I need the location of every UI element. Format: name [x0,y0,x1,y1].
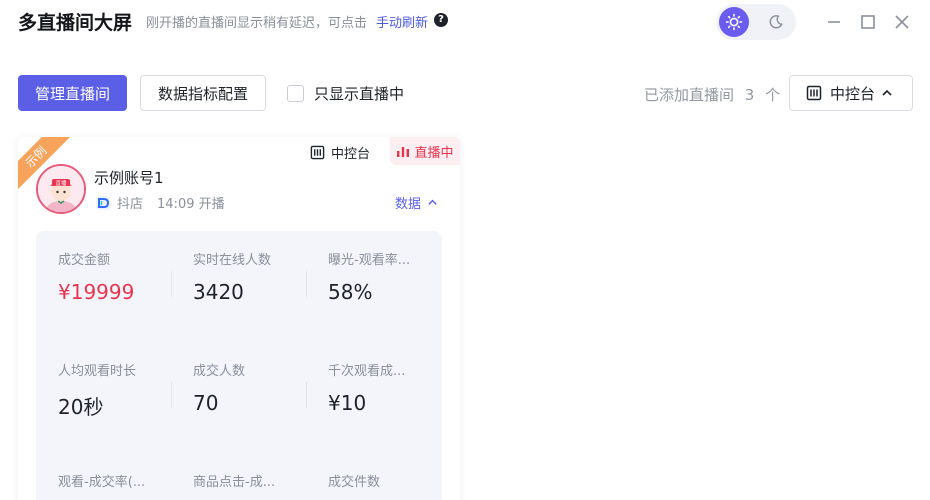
metric-divider [171,271,172,297]
metric-divider [306,382,307,408]
manual-refresh-link[interactable]: 手动刷新 [376,12,428,31]
avatar: 直播 [36,164,86,214]
live-bars-icon [397,147,410,157]
live-room-card[interactable]: 示例 中控台 直播中 直播 示例账号1 抖店 14:09 开播 数据 成交金额 … [18,137,460,500]
start-time: 14:09 开播 [157,197,225,212]
metric-label: 实时在线人数 [193,253,272,268]
avatar-text: 直播 [55,179,67,187]
console-icon [310,145,325,160]
metric-divider [306,271,307,297]
metric-value: 58% [328,280,373,304]
title-bar: 多直播间大屏 刚开播的直播间显示稍有延迟，可点击 手动刷新 ? [0,0,930,44]
metric-label: 曝光-观看率... [328,253,411,268]
doudian-logo-icon [96,195,110,210]
metric-value: 20秒 [58,395,104,419]
help-icon[interactable]: ? [434,13,448,27]
metric-value: 70 [193,391,219,415]
metric-value: ¥19999 [58,280,135,304]
metrics-panel: 成交金额 ¥19999 实时在线人数 3420 曝光-观看率... 58% 人均… [36,231,442,500]
metric-value: 3420 [193,280,244,304]
metric-label: 商品点击-成... [193,475,276,490]
theme-switch[interactable] [716,4,796,40]
maximize-icon[interactable] [856,10,880,34]
chevron-up-icon [428,199,437,205]
metric-gmv: 成交金额 ¥19999 [58,249,186,304]
metric-online-users: 实时在线人数 3420 [193,249,321,304]
metrics-config-button[interactable]: 数据指标配置 [140,75,266,111]
platform-name: 抖店 [117,197,144,212]
added-label: 已添加直播间 [644,86,735,104]
card-console-button[interactable]: 中控台 [310,143,370,162]
metric-avg-watch-time: 人均观看时长 20秒 [58,360,186,420]
console-icon [806,85,822,101]
data-toggle[interactable]: 数据 [395,193,438,212]
manage-live-rooms-button[interactable]: 管理直播间 [18,75,127,111]
metric-label: 观看-成交率(... [58,475,146,490]
live-status-badge: 直播中 [390,137,460,165]
metric-label: 成交件数 [328,475,381,490]
only-live-label: 只显示直播中 [314,85,405,103]
added-number: 3 [744,86,755,104]
metric-exposure-view-rate: 曝光-观看率... 58% [328,249,428,304]
moon-icon[interactable] [761,7,791,37]
metric-label: 千次观看成... [328,364,406,379]
metric-gpm: 千次观看成... ¥10 [328,360,428,415]
added-rooms-count: 已添加直播间 3 个 [644,84,780,105]
data-toggle-label: 数据 [395,197,422,212]
console-button[interactable]: 中控台 [789,75,913,111]
card-console-label: 中控台 [331,147,371,162]
console-label: 中控台 [830,84,876,103]
subtitle-hint: 刚开播的直播间显示稍有延迟，可点击 [146,16,368,31]
only-live-checkbox[interactable]: 只显示直播中 [287,83,404,104]
sun-icon[interactable] [719,7,749,37]
metric-value: ¥10 [328,391,367,415]
metric-label: 成交金额 [58,253,111,268]
metric-buyers: 成交人数 70 [193,360,321,415]
chevron-up-icon [882,89,892,96]
close-icon[interactable] [890,10,914,34]
app-title: 多直播间大屏 [18,12,133,34]
platform-row: 抖店 14:09 开播 [95,193,225,212]
metric-label: 成交人数 [193,364,246,379]
metric-view-conversion: 观看-成交率(... [58,471,186,490]
metric-items-sold: 成交件数 [328,471,428,490]
checkbox-box[interactable] [287,85,304,102]
account-name: 示例账号1 [94,169,164,187]
metric-product-click: 商品点击-成... [193,471,321,490]
live-status-label: 直播中 [414,145,454,161]
minimize-icon[interactable] [822,10,846,34]
metric-label: 人均观看时长 [58,364,137,379]
metric-divider [171,382,172,408]
added-unit: 个 [765,86,781,104]
